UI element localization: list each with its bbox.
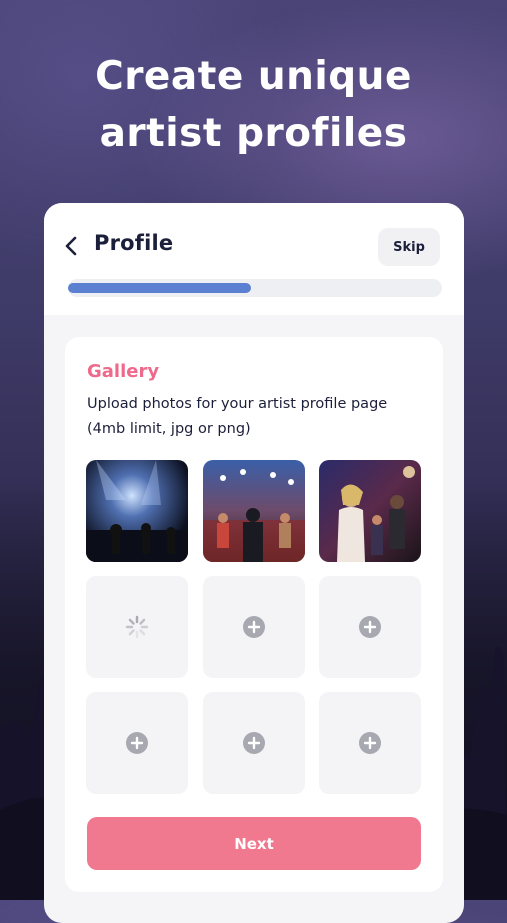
add-circle-icon: [359, 616, 381, 638]
add-circle-icon: [243, 732, 265, 754]
gallery-panel: Gallery Upload photos for your artist pr…: [65, 337, 443, 892]
skip-button[interactable]: Skip: [378, 228, 440, 266]
progress-bar: [68, 279, 442, 297]
back-button[interactable]: [60, 233, 82, 259]
card-header: Profile Skip: [44, 203, 464, 315]
gallery-photo-concert[interactable]: [86, 460, 188, 562]
chevron-left-icon: [65, 236, 77, 256]
progress-fill: [68, 283, 252, 293]
gallery-photo-band[interactable]: [203, 460, 305, 562]
headline-line-2: artist profiles: [99, 111, 408, 156]
add-circle-icon: [126, 732, 148, 754]
gallery-slot-add[interactable]: [203, 576, 305, 678]
next-button[interactable]: Next: [87, 817, 421, 870]
spinner-icon: [125, 615, 149, 639]
gallery-slot-add[interactable]: [319, 576, 421, 678]
singer-performance-photo: [319, 460, 421, 562]
phone-card: Profile Skip Gallery Upload photos for y…: [44, 203, 464, 923]
gallery-description: Upload photos for your artist profile pa…: [87, 396, 388, 437]
add-circle-icon: [243, 616, 265, 638]
add-circle-icon: [359, 732, 381, 754]
band-performance-photo: [203, 460, 305, 562]
gallery-title: Gallery: [87, 361, 160, 382]
page-title: Profile: [94, 231, 174, 255]
gallery-slot-add[interactable]: [86, 692, 188, 794]
headline: Create unique artist profiles: [0, 48, 507, 162]
gallery-photo-singer[interactable]: [319, 460, 421, 562]
gallery-slot-loading: [86, 576, 188, 678]
headline-line-1: Create unique: [95, 54, 412, 99]
concert-stage-photo: [86, 460, 188, 562]
gallery-slot-add[interactable]: [319, 692, 421, 794]
gallery-slot-add[interactable]: [203, 692, 305, 794]
